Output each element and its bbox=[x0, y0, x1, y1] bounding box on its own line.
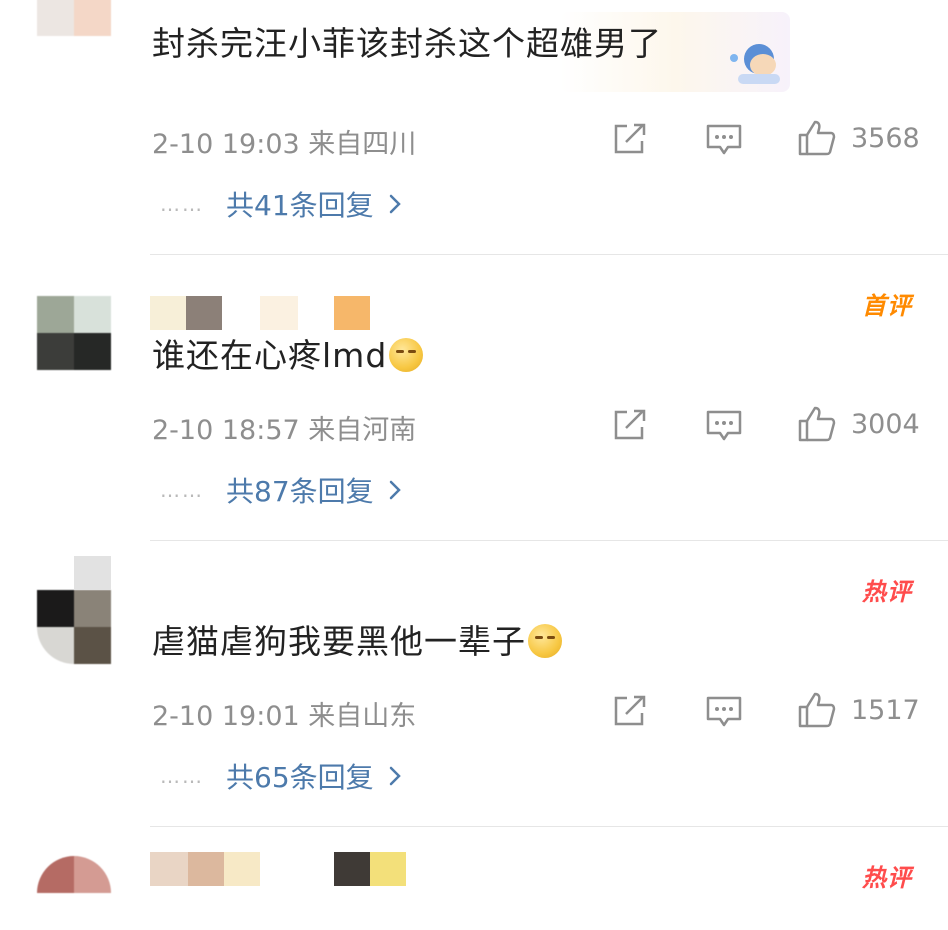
comment-meta: 2-10 19:03 来自四川 bbox=[152, 129, 417, 160]
like-button[interactable]: 3004 bbox=[797, 405, 920, 443]
like-icon bbox=[798, 406, 836, 442]
avatar[interactable] bbox=[37, 590, 111, 664]
comment-icon bbox=[706, 410, 742, 441]
avatar[interactable] bbox=[37, 0, 111, 36]
like-count: 3004 bbox=[851, 408, 920, 440]
divider bbox=[150, 826, 948, 827]
comment-meta: 2-10 19:01 来自山东 bbox=[152, 701, 417, 732]
like-button[interactable]: 3568 bbox=[797, 119, 920, 157]
divider bbox=[150, 254, 948, 255]
comment-icon bbox=[706, 124, 742, 155]
reply-count: 共65条回复 bbox=[226, 761, 374, 794]
comment-button[interactable] bbox=[705, 123, 743, 157]
reply-dots: …… bbox=[160, 478, 204, 502]
share-button[interactable] bbox=[612, 694, 648, 728]
reply-count: 共87条回复 bbox=[226, 475, 374, 508]
hot-comment-badge: 热评 bbox=[862, 578, 912, 606]
view-replies-link[interactable]: …… 共87条回复 bbox=[160, 470, 402, 510]
avatar-top-fragment bbox=[74, 556, 111, 590]
view-replies-link[interactable]: …… 共65条回复 bbox=[160, 756, 402, 796]
comment-text: 虐猫虐狗我要黑他一辈子 bbox=[152, 620, 562, 664]
divider bbox=[150, 540, 948, 541]
reply-dots: …… bbox=[160, 192, 204, 216]
share-icon bbox=[614, 409, 646, 440]
share-icon bbox=[614, 695, 646, 726]
first-comment-badge: 首评 bbox=[862, 292, 912, 320]
comment-text-content: 虐猫虐狗我要黑他一辈子 bbox=[152, 622, 526, 661]
comment-meta: 2-10 18:57 来自河南 bbox=[152, 415, 417, 446]
like-button[interactable]: 1517 bbox=[797, 691, 920, 729]
chevron-right-icon bbox=[389, 766, 401, 786]
avatar[interactable] bbox=[37, 296, 111, 370]
share-button[interactable] bbox=[612, 122, 648, 156]
like-icon bbox=[798, 120, 836, 156]
username[interactable] bbox=[150, 852, 406, 886]
comment-icon bbox=[706, 696, 742, 727]
avatar[interactable] bbox=[37, 856, 111, 930]
view-replies-link[interactable]: …… 共41条回复 bbox=[160, 184, 402, 224]
hot-comment-badge: 热评 bbox=[862, 864, 912, 892]
chevron-right-icon bbox=[389, 480, 401, 500]
like-icon bbox=[798, 692, 836, 728]
like-count: 1517 bbox=[851, 694, 920, 726]
like-count: 3568 bbox=[851, 122, 920, 154]
username[interactable] bbox=[150, 296, 380, 330]
sticker-decoration bbox=[730, 38, 790, 96]
reply-count: 共41条回复 bbox=[226, 189, 374, 222]
comment-text: 封杀完汪小菲该封杀这个超雄男了 bbox=[152, 24, 662, 63]
emoji-icon bbox=[389, 338, 424, 372]
comment-button[interactable] bbox=[705, 409, 743, 443]
comment-text-content: 谁还在心疼lmd bbox=[152, 336, 388, 375]
reply-dots: …… bbox=[160, 764, 204, 788]
emoji-icon bbox=[528, 624, 562, 658]
share-icon bbox=[614, 123, 646, 154]
comment-text: 谁还在心疼lmd bbox=[152, 334, 424, 378]
chevron-right-icon bbox=[389, 194, 401, 214]
comment-button[interactable] bbox=[705, 695, 743, 729]
share-button[interactable] bbox=[612, 408, 648, 442]
